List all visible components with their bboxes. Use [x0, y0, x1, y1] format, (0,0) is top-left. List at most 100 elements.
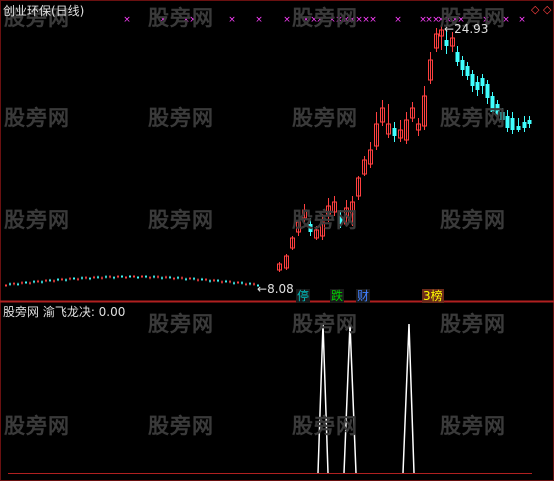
candle-body [29, 282, 31, 284]
candle-body [444, 40, 449, 46]
candle-body [121, 276, 123, 278]
marker-x: × [369, 15, 377, 25]
high-price-value: 24.93 [454, 22, 489, 36]
event-badge-drop[interactable]: 跌 [330, 289, 345, 303]
candle-body [465, 66, 470, 76]
event-badge-halt[interactable]: 停 [296, 289, 311, 303]
candle-body [129, 276, 131, 278]
low-price-value: 8.08 [267, 282, 294, 296]
candle-body [189, 278, 191, 280]
candle-body [205, 279, 207, 281]
marker-x: × [518, 15, 526, 25]
candle-body [65, 279, 67, 281]
candle-body [161, 277, 163, 279]
candle-body [101, 277, 103, 279]
candle-body [510, 118, 515, 130]
candle-body [495, 104, 500, 116]
candle-body [97, 276, 99, 278]
candle-body [213, 279, 215, 281]
diamond-markers: ◇ ◇ [531, 3, 552, 16]
marker-x: × [123, 15, 131, 25]
candle-body [41, 281, 43, 283]
candle-body [470, 74, 475, 86]
candle-body [33, 281, 35, 283]
arrow-left-icon: ← [444, 22, 455, 36]
marker-x: × [394, 15, 402, 25]
marker-x: × [255, 15, 263, 25]
candle-body [61, 278, 63, 280]
candle-body [93, 276, 95, 278]
candle-body [485, 84, 490, 98]
candle-body [141, 276, 143, 278]
chart-frame [0, 0, 554, 481]
candle-body [253, 283, 255, 285]
candle-body [505, 116, 510, 128]
candle-body [225, 280, 227, 282]
candle-body [201, 278, 203, 280]
candle-body [527, 120, 532, 124]
candle-body [181, 277, 183, 279]
candle-body [475, 82, 480, 90]
stock-title: 创业环保(日线) [3, 4, 85, 18]
candle-body [500, 112, 505, 120]
candle-body [9, 283, 11, 285]
marker-x: × [283, 15, 291, 25]
candle-body [13, 283, 15, 285]
candle-body [338, 216, 343, 224]
event-badge-list[interactable]: 3榜 [422, 289, 444, 303]
candle-body [69, 278, 71, 280]
candle-body [197, 279, 199, 281]
candle-body [221, 281, 223, 283]
chart-stage[interactable]: × × × × × × × × × × × × × × × × × × × × × × × × × × × × 股旁网 股旁网 股旁网… [0, 0, 554, 481]
candle-body [77, 278, 79, 280]
candle-body [157, 276, 159, 278]
candle-body [25, 282, 27, 284]
candle-body [85, 277, 87, 279]
marker-x: × [502, 15, 510, 25]
marker-x: × [159, 15, 167, 25]
candle-body [237, 282, 239, 284]
candle-body [392, 128, 397, 136]
candle-body [133, 276, 135, 278]
candle-body [89, 278, 91, 280]
marker-x: × [189, 15, 197, 25]
candle-body [173, 278, 175, 280]
candle-body [21, 282, 23, 284]
event-badge-finance[interactable]: 财 [356, 289, 371, 303]
indicator-spike [402, 323, 415, 474]
candle-body [229, 281, 231, 283]
marker-x: × [302, 15, 310, 25]
candle-body [113, 277, 115, 279]
candle-body [308, 224, 313, 232]
candle-body [241, 282, 243, 284]
candle-body [522, 122, 527, 128]
indicator-spike [317, 323, 329, 474]
candle-body [455, 52, 460, 62]
low-price-label: ←8.08 [257, 282, 294, 296]
candle-body [137, 277, 139, 279]
candle-body [73, 278, 75, 280]
candle-body [153, 276, 155, 278]
candle-body [169, 276, 171, 278]
candle-body [249, 283, 251, 285]
candle-body [177, 277, 179, 279]
high-price-label: ←24.93 [444, 22, 488, 36]
candle-body [145, 276, 147, 278]
candle-body [5, 285, 7, 286]
candle-body [49, 279, 51, 281]
candle-body [185, 278, 187, 280]
candle-body [109, 276, 111, 278]
candlestick-chart[interactable]: × × × × × × × × ×× × × ×× × × × × ×× ×× × ×× × × × [0, 0, 554, 481]
candle-body [193, 278, 195, 280]
candle-body [165, 276, 167, 278]
candle-body [149, 277, 151, 279]
candle-body [516, 126, 521, 130]
candle-body [209, 280, 211, 282]
candle-body [117, 276, 119, 278]
candle-body [217, 280, 219, 282]
candle-body [53, 280, 55, 282]
arrow-left-icon: ← [257, 282, 268, 296]
candle-body [490, 96, 495, 112]
candle-body [125, 277, 127, 279]
candle-body [105, 276, 107, 278]
